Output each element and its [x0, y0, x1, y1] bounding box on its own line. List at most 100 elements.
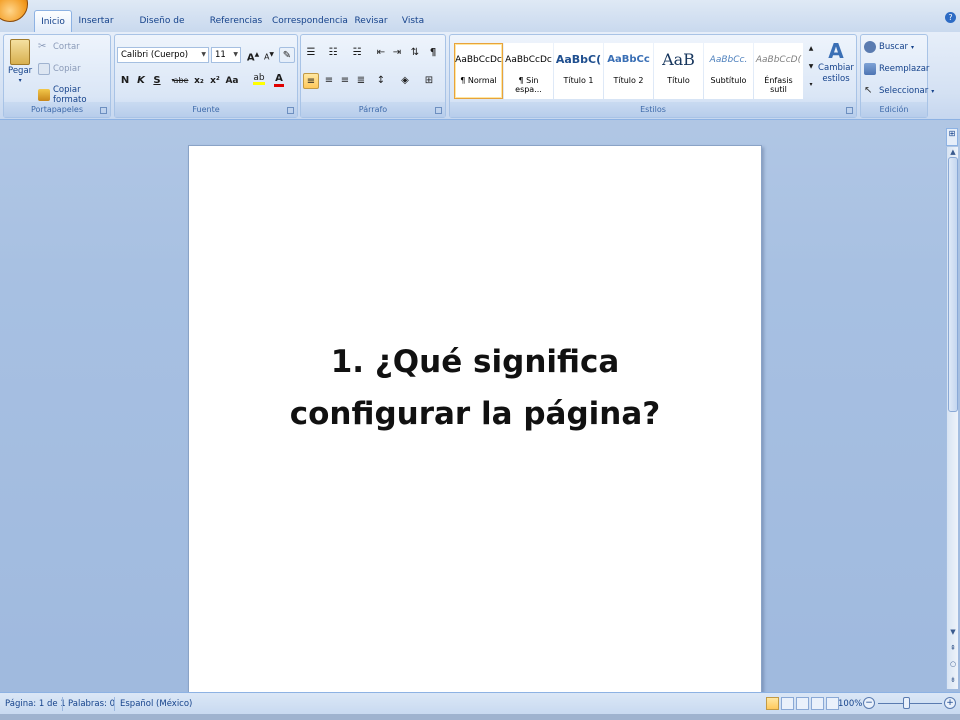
help-icon[interactable]: ?	[945, 12, 956, 23]
style-preview: AaBbCcDc	[505, 55, 552, 65]
web-layout-view-icon[interactable]	[796, 697, 809, 710]
font-family-select[interactable]: Calibri (Cuerpo) ▼	[117, 47, 209, 63]
multilevel-list-button[interactable]: ☵	[349, 45, 365, 61]
style-normal[interactable]: AaBbCcDc ¶ Normal	[454, 43, 503, 99]
paste-icon	[10, 39, 31, 65]
scroll-up-icon[interactable]: ▲	[948, 147, 958, 157]
paragraph-launcher-icon[interactable]	[435, 107, 442, 114]
print-layout-view-icon[interactable]	[766, 697, 779, 710]
zoom-slider-thumb[interactable]	[903, 697, 910, 709]
scroll-thumb[interactable]	[948, 157, 958, 412]
group-label-clipboard: Portapapeles	[4, 102, 110, 117]
justify-button[interactable]: ≣	[353, 73, 369, 89]
show-marks-button[interactable]: ¶	[425, 45, 441, 61]
document-page[interactable]: 1. ¿Qué significa configurar la página?	[188, 145, 762, 705]
find-label: Buscar	[879, 42, 909, 52]
status-page[interactable]: Página: 1 de 1	[5, 699, 66, 709]
tab-vista[interactable]: Vista	[398, 10, 428, 32]
copy-icon	[38, 63, 50, 75]
style-preview: AaBbC(	[555, 53, 602, 66]
increase-indent-button[interactable]: ⇥	[389, 45, 405, 61]
style-titulo-1[interactable]: AaBbC( Título 1	[554, 43, 603, 99]
bold-button[interactable]: N	[117, 73, 133, 89]
align-left-button[interactable]: ≡	[303, 73, 319, 89]
style-name: Subtítulo	[710, 76, 747, 85]
style-sin-espaciado[interactable]: AaBbCcDc ¶ Sin espa...	[504, 43, 553, 99]
scroll-down-icon[interactable]: ▼	[948, 627, 958, 637]
status-language[interactable]: Español (México)	[120, 699, 192, 709]
cut-button[interactable]: ✂ Cortar	[38, 41, 80, 53]
status-words[interactable]: Palabras: 0	[68, 699, 115, 709]
tab-correspondencia[interactable]: Correspondencia	[272, 10, 348, 32]
subscript-button[interactable]: x₂	[191, 73, 207, 89]
previous-page-icon[interactable]: ⇞	[948, 643, 958, 653]
italic-button[interactable]: K	[133, 73, 149, 89]
align-center-button[interactable]: ≡	[321, 73, 337, 89]
browse-object-icon[interactable]: ○	[948, 659, 958, 669]
zoom-in-icon[interactable]: +	[944, 697, 956, 709]
superscript-button[interactable]: x²	[207, 73, 223, 89]
shrink-font-button[interactable]: A▼	[261, 47, 277, 63]
style-subtitulo[interactable]: AaBbCc. Subtítulo	[704, 43, 753, 99]
status-separator	[62, 697, 63, 711]
decrease-indent-button[interactable]: ⇤	[373, 45, 389, 61]
align-right-button[interactable]: ≡	[337, 73, 353, 89]
style-titulo[interactable]: AaB Título	[654, 43, 703, 99]
font-family-value: Calibri (Cuerpo)	[121, 50, 189, 60]
group-font: Calibri (Cuerpo) ▼ 11 ▼ A▲ A▼ ✎ N K S ▾ ab…	[114, 34, 298, 118]
next-page-icon[interactable]: ⇟	[948, 675, 958, 685]
zoom-slider[interactable]	[878, 703, 942, 704]
font-size-select[interactable]: 11 ▼	[211, 47, 241, 63]
sort-button[interactable]: ⇅	[407, 45, 423, 61]
ribbon-tab-bar: Inicio Insertar Diseño de página Referen…	[0, 0, 960, 48]
shading-button[interactable]: ◈	[397, 73, 413, 89]
vertical-scrollbar[interactable]: ▲ ▼ ⇞ ○ ⇟	[946, 147, 958, 689]
change-case-button[interactable]: Aa	[224, 73, 240, 89]
clear-format-button[interactable]: ✎	[279, 47, 295, 63]
grow-font-button[interactable]: A▲	[245, 47, 261, 63]
gallery-more-icon[interactable]: ▾	[806, 77, 816, 93]
copy-button[interactable]: Copiar	[38, 63, 81, 75]
tab-inicio[interactable]: Inicio	[34, 10, 72, 32]
find-button[interactable]: Buscar ▾	[864, 41, 914, 53]
style-titulo-2[interactable]: AaBbCc Título 2	[604, 43, 653, 99]
replace-icon	[864, 63, 876, 75]
font-color-button[interactable]: A	[271, 73, 287, 89]
line-spacing-button[interactable]: ↕	[373, 73, 389, 89]
office-button[interactable]	[0, 0, 28, 22]
clipboard-launcher-icon[interactable]	[100, 107, 107, 114]
style-enfasis-sutil[interactable]: AaBbCcD( Énfasis sutil	[754, 43, 803, 99]
font-launcher-icon[interactable]	[287, 107, 294, 114]
select-button[interactable]: ↖ Seleccionar ▾	[864, 85, 934, 97]
outline-view-icon[interactable]	[811, 697, 824, 710]
ruler-toggle-icon[interactable]: ⊞	[946, 128, 958, 146]
tab-diseno-de-pagina[interactable]: Diseño de página	[124, 10, 200, 48]
group-label-editing: Edición	[861, 102, 927, 117]
replace-button[interactable]: Reemplazar	[864, 63, 929, 75]
paste-button[interactable]: Pegar ▾	[8, 39, 32, 84]
change-styles-button[interactable]: A Cambiar estilos	[818, 39, 854, 85]
tab-referencias[interactable]: Referencias	[208, 10, 264, 32]
tab-revisar[interactable]: Revisar	[352, 10, 390, 32]
bullets-button[interactable]: ☰	[303, 45, 319, 61]
style-preview: AaBbCcDc	[455, 55, 502, 65]
zoom-level[interactable]: 100%	[838, 699, 862, 709]
tab-insertar[interactable]: Insertar	[76, 10, 116, 32]
highlight-color-button[interactable]: ab	[251, 73, 267, 89]
cursor-icon: ↖	[864, 85, 873, 96]
status-bar: Página: 1 de 1 Palabras: 0 Español (Méxi…	[0, 692, 960, 720]
gallery-down-icon[interactable]: ▼	[806, 59, 816, 75]
chevron-down-icon: ▼	[233, 51, 238, 58]
style-name: Título 2	[613, 76, 644, 85]
strikethrough-button[interactable]: abe	[173, 73, 189, 89]
gallery-up-icon[interactable]: ▲	[806, 41, 816, 57]
borders-button[interactable]: ⊞	[421, 73, 437, 89]
numbering-button[interactable]: ☷	[325, 45, 341, 61]
chevron-down-icon: ▾	[18, 77, 22, 84]
replace-label: Reemplazar	[879, 64, 930, 74]
styles-launcher-icon[interactable]	[846, 107, 853, 114]
underline-button[interactable]: S	[149, 73, 165, 89]
zoom-out-icon[interactable]: −	[863, 697, 875, 709]
cut-label: Cortar	[53, 42, 80, 52]
full-screen-reading-view-icon[interactable]	[781, 697, 794, 710]
